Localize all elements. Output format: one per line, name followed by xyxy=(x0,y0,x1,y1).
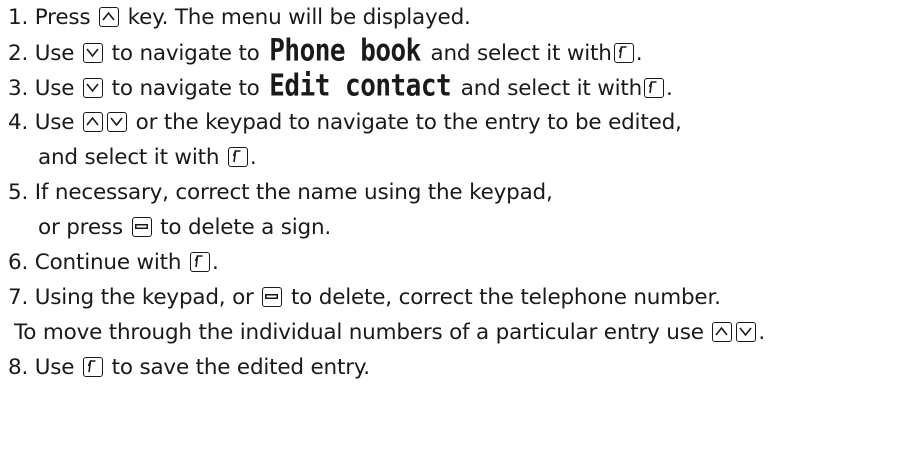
up-key-icon xyxy=(712,322,733,342)
delete-key-icon xyxy=(131,217,152,237)
step-text: to delete a sign. xyxy=(160,215,332,240)
step-number: 3. xyxy=(8,76,29,101)
up-key-icon xyxy=(99,7,119,27)
step-number: 1. xyxy=(8,5,29,30)
step-text: To move through the individual numbers o… xyxy=(14,320,704,345)
step-text: . xyxy=(666,76,673,101)
step-text: to save the edited entry. xyxy=(111,355,371,380)
step-text: . xyxy=(211,250,219,275)
step-number: 5. xyxy=(8,180,29,205)
step-text: Use xyxy=(34,41,75,66)
step-text: . xyxy=(635,41,643,66)
call-key-icon xyxy=(613,43,634,63)
step-5-continuation: or press to delete a sign. xyxy=(8,210,913,245)
step-5: 5. If necessary, correct the name using … xyxy=(8,175,913,210)
step-text: to navigate to xyxy=(111,76,260,101)
call-key-icon xyxy=(189,252,210,272)
step-8: 8. Use to save the edited entry. xyxy=(8,350,913,385)
step-number: 7. xyxy=(8,285,29,310)
instruction-list: 1. Press key. The menu will be displayed… xyxy=(8,0,913,385)
step-6: 6. Continue with . xyxy=(8,245,913,280)
step-text: or the keypad to navigate to the entry t… xyxy=(135,110,682,135)
step-text: and select it with xyxy=(460,76,643,101)
step-7-continuation: To move through the individual numbers o… xyxy=(8,315,913,350)
step-1: 1. Press key. The menu will be displayed… xyxy=(8,0,913,35)
step-text: Use xyxy=(34,76,75,101)
step-text: . xyxy=(249,145,257,170)
step-text: to delete, correct the telephone number. xyxy=(290,285,721,310)
down-key-icon xyxy=(736,322,757,342)
delete-key-icon xyxy=(262,287,283,307)
step-4: 4. Use or the keypad to navigate to the … xyxy=(8,105,913,140)
step-text: Press xyxy=(34,5,91,30)
step-3: 3. Use to navigate to Edit contact and s… xyxy=(8,69,913,105)
step-text: to navigate to xyxy=(111,41,260,66)
step-text: and select it with xyxy=(38,145,220,170)
step-text: Continue with xyxy=(34,250,182,275)
down-key-icon xyxy=(82,78,103,98)
call-key-icon xyxy=(644,78,665,98)
step-text: and select it with xyxy=(430,41,612,66)
step-number: 4. xyxy=(8,110,29,135)
step-4-continuation: and select it with . xyxy=(8,140,913,175)
call-key-icon xyxy=(82,357,103,377)
step-number: 2. xyxy=(8,41,29,66)
step-text: or press xyxy=(38,215,123,240)
step-text: Using the keypad, or xyxy=(34,285,254,310)
call-key-icon xyxy=(227,147,248,167)
step-2: 2. Use to navigate to Phone book and sel… xyxy=(8,34,913,70)
step-text: Use xyxy=(34,355,75,380)
step-text: If necessary, correct the name using the… xyxy=(34,180,553,205)
up-key-icon xyxy=(82,112,103,132)
down-key-icon xyxy=(106,112,127,132)
down-key-icon xyxy=(82,43,103,63)
step-text: . xyxy=(758,320,766,345)
step-text: Use xyxy=(34,110,75,135)
display-text-edit-contact: Edit contact xyxy=(269,69,452,104)
step-number: 8. xyxy=(8,355,29,380)
step-text: key. The menu will be displayed. xyxy=(127,5,471,30)
step-number: 6. xyxy=(8,250,29,275)
step-7: 7. Using the keypad, or to delete, corre… xyxy=(8,280,913,315)
